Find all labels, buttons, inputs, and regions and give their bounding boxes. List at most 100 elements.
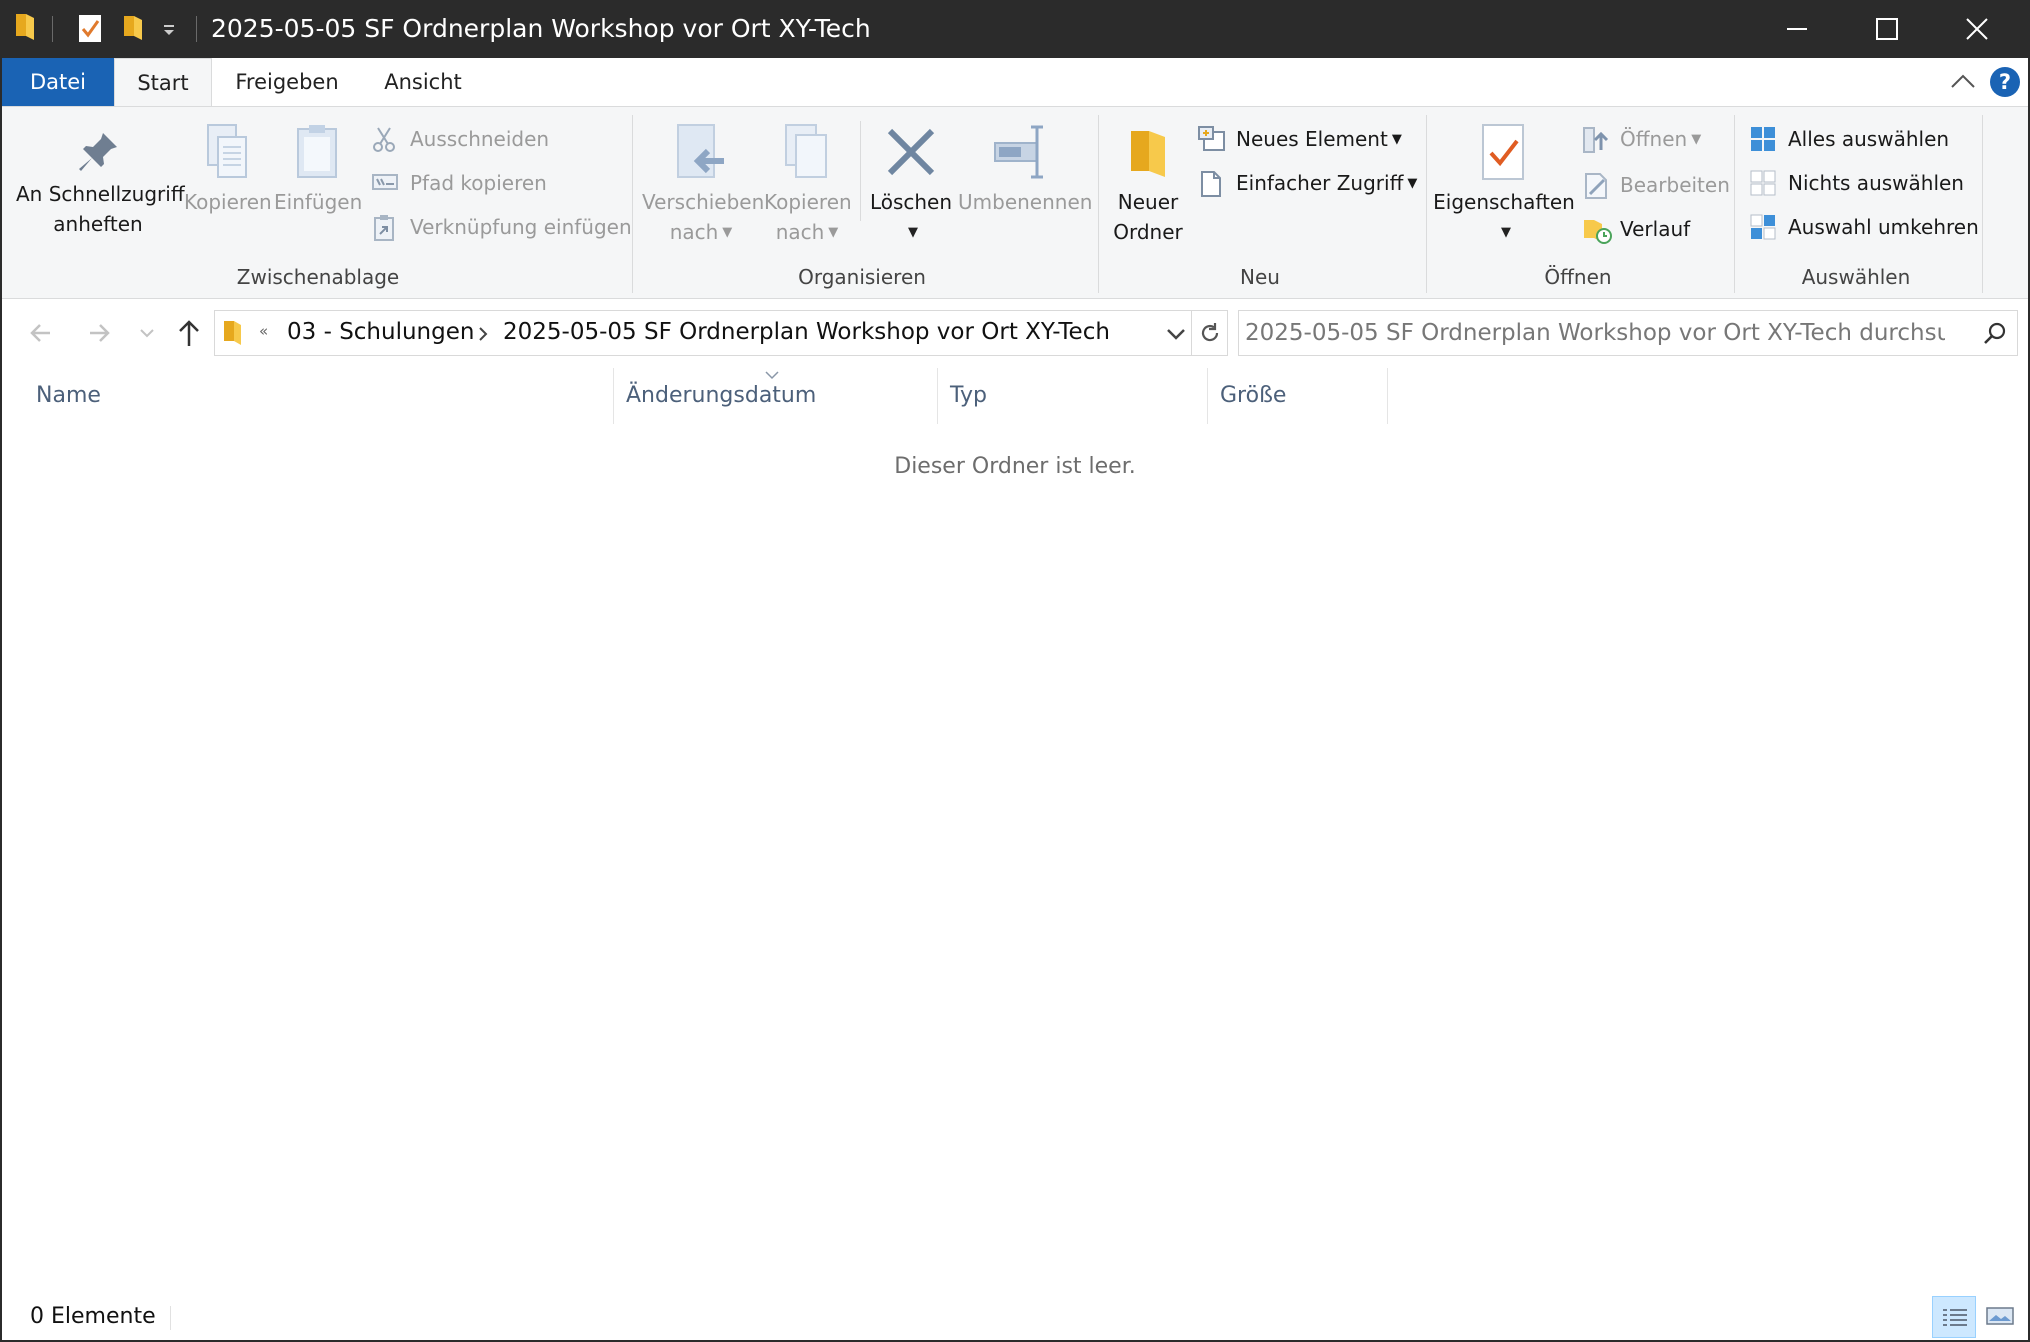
maximize-icon xyxy=(1876,18,1898,40)
empty-folder-message: Dieser Ordner ist leer. xyxy=(894,454,1136,479)
navigation-bar: « 03 - Schulungen 2025-05-05 SF Ordnerpl… xyxy=(2,300,2028,368)
easy-access-icon xyxy=(1201,171,1221,197)
history-button[interactable]: Verlauf xyxy=(1582,211,1690,247)
invert-selection-label: Auswahl umkehren xyxy=(1788,215,1979,239)
customize-dropdown-icon[interactable] xyxy=(162,22,176,41)
group-label-select: Auswählen xyxy=(1801,265,1911,289)
properties-check-icon xyxy=(1482,124,1524,180)
select-all-label: Alles auswählen xyxy=(1788,127,1950,151)
paste-icon xyxy=(297,125,337,178)
collapse-ribbon-icon[interactable] xyxy=(1950,70,1976,96)
breadcrumb-overflow[interactable]: « xyxy=(259,322,268,340)
ribbon: An Schnellzugriff anheften Kopieren Einf… xyxy=(2,106,2028,299)
breadcrumb-item-current[interactable]: 2025-05-05 SF Ordnerplan Workshop vor Or… xyxy=(503,319,1110,345)
pin-label-line1: An Schnellzugriff xyxy=(16,182,185,206)
tab-share[interactable]: Freigeben xyxy=(218,58,356,106)
window-title: 2025-05-05 SF Ordnerplan Workshop vor Or… xyxy=(211,14,871,43)
edit-button[interactable]: Bearbeiten xyxy=(1582,167,1730,203)
new-item-label: Neues Element xyxy=(1236,127,1388,151)
move-to-icon xyxy=(677,124,724,178)
open-button[interactable]: Öffnen ▼ xyxy=(1582,121,1701,157)
help-icon[interactable]: ? xyxy=(1990,67,2020,97)
move-to-button[interactable]: Verschieben nach ▼ xyxy=(642,123,765,248)
history-icon xyxy=(1584,220,1612,244)
close-icon xyxy=(1966,18,1988,40)
cut-button[interactable]: Ausschneiden xyxy=(372,121,549,157)
tab-file[interactable]: Datei xyxy=(2,58,114,106)
tab-view[interactable]: Ansicht xyxy=(364,58,482,106)
search-icon[interactable] xyxy=(1983,321,2007,345)
history-label: Verlauf xyxy=(1620,217,1691,241)
copy-button[interactable]: Kopieren xyxy=(184,123,272,217)
large-icons-view-icon xyxy=(1986,1307,2014,1325)
delete-dropdown-caret: ▼ xyxy=(908,225,918,240)
group-label-clipboard: Zwischenablage xyxy=(236,265,400,289)
easy-access-button[interactable]: Einfacher Zugriff ▼ xyxy=(1198,165,1417,201)
recent-locations-icon[interactable] xyxy=(138,316,156,354)
delete-label: Löschen xyxy=(869,190,953,214)
forward-icon[interactable] xyxy=(86,316,112,354)
tab-start[interactable]: Start xyxy=(114,58,212,107)
copy-to-label-line2: nach ▼ xyxy=(775,220,839,244)
details-view-button[interactable] xyxy=(1932,1296,1976,1338)
new-item-button[interactable]: Neues Element ▼ xyxy=(1198,121,1402,157)
new-folder-label-line1: Neuer xyxy=(1117,190,1179,214)
pin-quick-access-button[interactable]: An Schnellzugriff anheften xyxy=(16,129,185,239)
column-header-modified-label: Änderungsdatum xyxy=(626,383,817,408)
copy-to-button[interactable]: Kopieren nach ▼ xyxy=(764,123,852,248)
copy-path-label: Pfad kopieren xyxy=(410,171,547,195)
address-bar[interactable]: « 03 - Schulungen 2025-05-05 SF Ordnerpl… xyxy=(214,310,1192,356)
rename-button[interactable]: Umbenennen xyxy=(958,123,1092,217)
item-count: 0 Elemente xyxy=(30,1304,156,1329)
copy-path-button[interactable]: Pfad kopieren xyxy=(372,165,547,201)
select-none-icon xyxy=(1750,170,1776,196)
address-history-dropdown-icon[interactable] xyxy=(1165,325,1187,347)
copy-icon xyxy=(207,124,247,178)
new-folder-button[interactable]: Neuer Ordner xyxy=(1108,123,1188,247)
breadcrumb-item-schulungen[interactable]: 03 - Schulungen xyxy=(287,319,474,345)
details-view-icon xyxy=(1943,1309,1967,1326)
paste-shortcut-button[interactable]: Verknüpfung einfügen xyxy=(372,209,632,245)
properties-icon[interactable] xyxy=(78,12,102,48)
delete-button[interactable]: Löschen ▼ xyxy=(868,123,954,248)
column-header-name[interactable]: Name xyxy=(24,368,614,424)
delete-icon xyxy=(887,128,935,176)
search-input[interactable] xyxy=(1245,317,1945,349)
new-folder-icon-large xyxy=(1131,131,1165,177)
column-header-size[interactable]: Größe xyxy=(1208,368,1388,424)
minimize-button[interactable] xyxy=(1752,0,1842,58)
copy-to-icon xyxy=(785,124,827,178)
search-box[interactable] xyxy=(1238,310,2018,356)
rename-icon xyxy=(994,125,1043,179)
select-all-button[interactable]: Alles auswählen xyxy=(1750,121,1949,157)
paste-label: Einfügen xyxy=(274,190,363,214)
invert-selection-button[interactable]: Auswahl umkehren xyxy=(1750,209,1979,245)
open-icon xyxy=(1583,127,1609,153)
move-to-label-line1: Verschieben xyxy=(642,190,765,214)
new-folder-icon[interactable] xyxy=(122,12,144,46)
invert-selection-icon xyxy=(1750,214,1776,240)
open-label: Öffnen xyxy=(1620,127,1688,151)
close-button[interactable] xyxy=(1932,0,2022,58)
pin-icon xyxy=(79,133,117,171)
properties-button[interactable]: Eigenschaften ▼ xyxy=(1432,123,1576,248)
paste-button[interactable]: Einfügen xyxy=(274,123,363,217)
scissors-icon xyxy=(373,127,395,152)
edit-icon xyxy=(1585,173,1607,199)
back-icon[interactable] xyxy=(28,316,54,354)
title-bar: 2025-05-05 SF Ordnerplan Workshop vor Or… xyxy=(0,0,2030,58)
maximize-button[interactable] xyxy=(1842,0,1932,58)
select-none-button[interactable]: Nichts auswählen xyxy=(1750,165,1964,201)
ribbon-tabs: Datei Start Freigeben Ansicht ? xyxy=(2,58,2028,107)
breadcrumb-chevron-icon[interactable] xyxy=(477,326,489,346)
minimize-icon xyxy=(1787,28,1807,30)
column-header-type[interactable]: Typ xyxy=(938,368,1208,424)
properties-label: Eigenschaften xyxy=(1433,190,1575,214)
paste-shortcut-label: Verknüpfung einfügen xyxy=(410,215,632,239)
column-header-modified[interactable]: Änderungsdatum xyxy=(614,368,938,424)
copy-label: Kopieren xyxy=(184,190,272,214)
large-icons-view-button[interactable] xyxy=(1978,1296,2022,1338)
up-icon[interactable] xyxy=(176,316,202,354)
refresh-button[interactable] xyxy=(1192,310,1228,356)
new-item-icon xyxy=(1198,126,1225,151)
